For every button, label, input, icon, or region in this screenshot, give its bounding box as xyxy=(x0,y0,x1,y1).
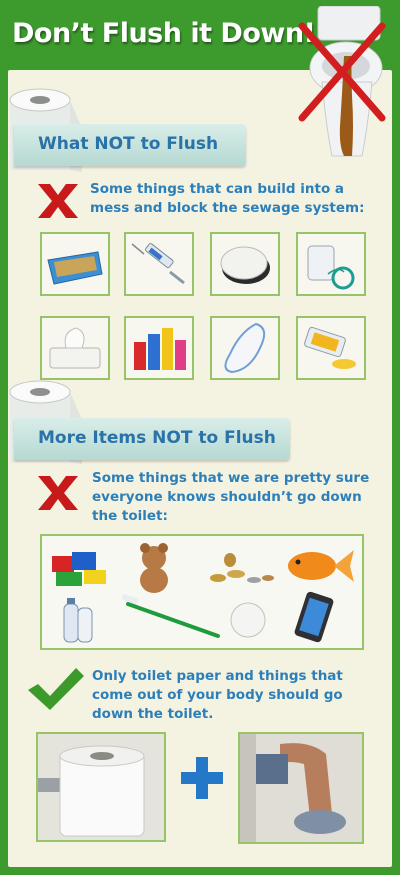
section1-heading: What NOT to Flush xyxy=(38,134,219,154)
cooking-oil-icon xyxy=(304,326,356,369)
coins-icon xyxy=(210,553,274,583)
toilet-crossed-icon xyxy=(298,6,386,157)
cat-litter-icon xyxy=(47,251,103,285)
dental-floss-tile xyxy=(296,232,366,296)
person-on-toilet-photo xyxy=(238,732,364,844)
toilet-paper-photo xyxy=(36,732,166,842)
plus-icon xyxy=(181,757,223,799)
golf-ball-icon xyxy=(230,602,266,638)
section1-banner: What NOT to Flush xyxy=(14,124,246,166)
sanitary-pad-tile xyxy=(210,316,280,380)
syringe-icon xyxy=(131,243,185,285)
bottles-icon xyxy=(63,598,93,643)
person-on-toilet-icon xyxy=(240,734,362,842)
wet-wipes-tile xyxy=(40,316,110,380)
section2-banner: More Items NOT to Flush xyxy=(14,418,290,460)
wet-wipes-icon xyxy=(49,327,101,369)
cooking-oil-tile xyxy=(296,316,366,380)
section2-heading: More Items NOT to Flush xyxy=(38,428,276,448)
chemicals-tile xyxy=(124,316,194,380)
section2-description: Some things that we are pretty sure ever… xyxy=(92,470,370,524)
section3-description: Only toilet paper and things that come o… xyxy=(92,668,343,722)
green-check-icon xyxy=(28,668,84,710)
dental-floss-icon xyxy=(307,245,355,290)
red-x-icon-2 xyxy=(38,476,78,510)
household-items-strip xyxy=(40,534,364,650)
red-x-icon xyxy=(38,184,78,218)
page-title: Don’t Flush it Down! xyxy=(12,18,316,49)
section1-description: Some things that can build into a mess a… xyxy=(90,181,365,216)
cotton-pad-tile xyxy=(210,232,280,296)
teddy-bear-icon xyxy=(140,543,168,593)
chemicals-icon xyxy=(134,328,186,370)
cat-litter-tile xyxy=(40,232,110,296)
lego-bricks-icon xyxy=(52,552,106,586)
sanitary-pad-icon xyxy=(224,322,266,374)
toilet-paper-icon xyxy=(38,745,145,837)
syringe-tile xyxy=(124,232,194,296)
phone-icon xyxy=(294,591,334,643)
goldfish-icon xyxy=(288,550,354,582)
cotton-pad-icon xyxy=(220,246,270,284)
toothbrush-icon xyxy=(121,593,220,638)
